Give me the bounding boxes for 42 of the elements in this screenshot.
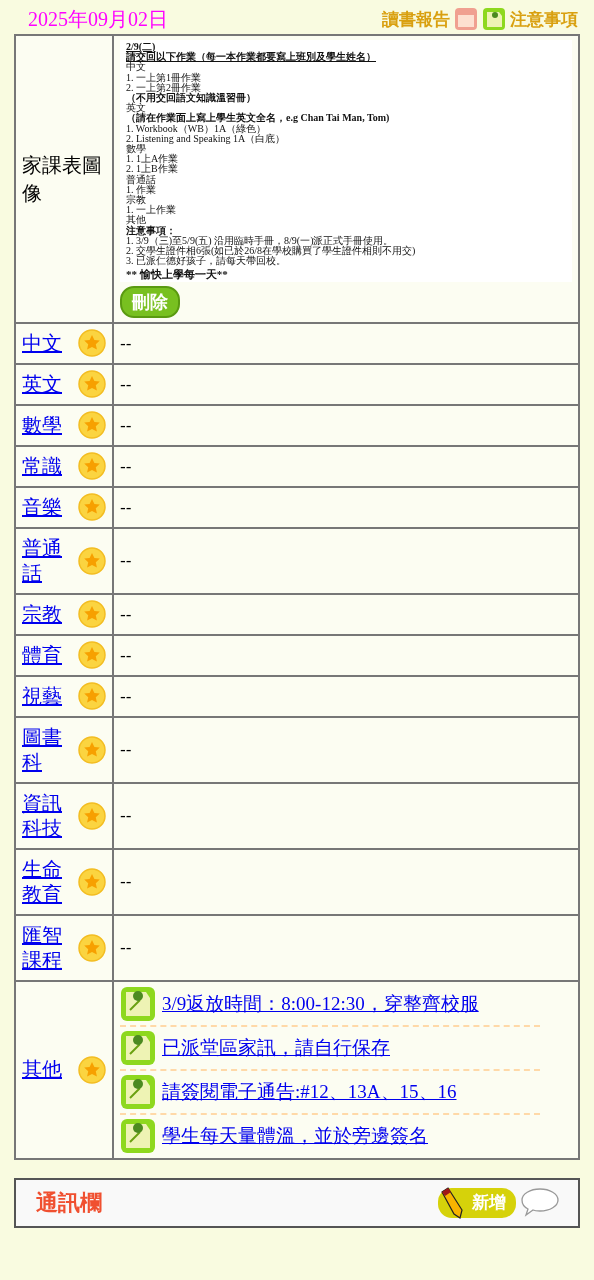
notice-link[interactable]: 請簽閱電子通告:#12、13A、15、16 [162, 1078, 457, 1105]
note-icon [120, 1073, 156, 1110]
star-coin-icon [78, 1055, 106, 1084]
star-coin-icon [78, 411, 106, 440]
date-text: 2025年09月02日 [28, 6, 168, 32]
star-coin-icon [78, 329, 106, 358]
subject-content: -- [120, 938, 132, 958]
star-coin-icon [78, 933, 106, 962]
row-label: 家課表圖像 [22, 151, 103, 207]
star-coin-icon [78, 370, 106, 399]
note-icon [120, 1117, 156, 1154]
note-icon [120, 1029, 156, 1066]
subject-content: -- [120, 806, 132, 826]
star-coin-icon [78, 600, 106, 629]
message-bar-title: 通訊欄 [36, 1188, 102, 1217]
star-coin-icon [78, 546, 106, 575]
star-coin-icon [78, 801, 106, 830]
subject-content: -- [120, 456, 132, 476]
note-icon[interactable] [482, 7, 506, 31]
subject-content: -- [120, 333, 132, 353]
notice-link[interactable]: 已派堂區家訊，請自行保存 [162, 1034, 390, 1061]
subject-content: -- [120, 497, 132, 517]
notice-link[interactable]: 3/9返放時間：8:00-12:30，穿整齊校服 [162, 990, 479, 1017]
speech-bubble-icon[interactable] [520, 1186, 560, 1219]
notice-link[interactable]: 學生每天量體溫，並於旁邊簽名 [162, 1122, 428, 1149]
subject-content: -- [120, 415, 132, 435]
note-icon [120, 985, 156, 1022]
star-coin-icon [78, 452, 106, 481]
subject-link[interactable]: 其他 [22, 1050, 63, 1090]
subject-content: -- [120, 645, 132, 665]
homework-document: 2/9(二) 請交回以下作業（每一本作業都要寫上班別及學生姓名） 中文 1. 一上第1冊作業 2. 一上第2冊作業 （不用交回語文知識溫習冊） 英文 （請在作業面上寫上學生英文全名，e.g Chan Tai Man, Tom) 1. Workbook（WB）1A（綠色） 2. Listening and Speaking 1A（白底） 數學 1. 1上A作業 2. 1上B作業 普通話 1. 作業 宗教 1. 一上作業 其他 注意事項： 1. 3/9（三)至5/9(五) 沿用臨時手冊，8/9(一)派正式手冊使用。 2. 交學生證件相6張(如已於26/8在學校購買了學生證件相則不用交) 3. 已派仁德好孩子，請每天帶回校。 ** 愉快上學每一天** [120, 40, 572, 282]
subject-content: -- [120, 551, 132, 571]
subject-content: -- [120, 604, 132, 624]
subject-content: -- [120, 374, 132, 394]
subject-content: -- [120, 686, 132, 706]
subject-content: -- [120, 740, 132, 760]
star-coin-icon [78, 735, 106, 764]
star-coin-icon [78, 682, 106, 711]
star-coin-icon [78, 867, 106, 896]
star-coin-icon [78, 493, 106, 522]
subject-content: -- [120, 872, 132, 892]
star-coin-icon [78, 641, 106, 670]
